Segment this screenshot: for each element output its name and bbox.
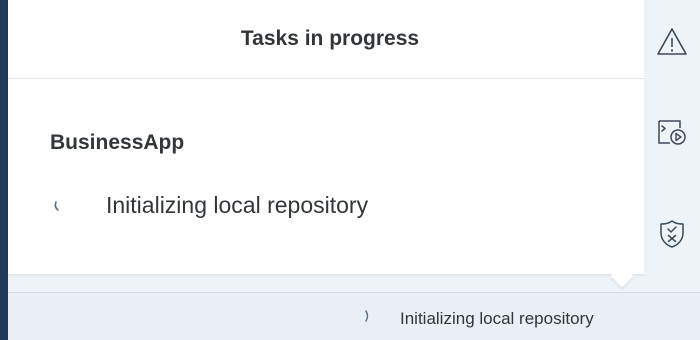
task-item: Initializing local repository <box>50 192 368 219</box>
task-label: Initializing local repository <box>106 192 369 218</box>
ide-window: Tasks in progress BusinessApp Initializi… <box>0 0 700 340</box>
security-scan-button[interactable] <box>648 212 696 260</box>
warning-icon <box>655 26 689 63</box>
tasks-popover: Tasks in progress BusinessApp Initializi… <box>8 0 644 274</box>
task-group-title: BusinessApp <box>50 131 185 154</box>
problems-button[interactable] <box>648 20 696 68</box>
popover-title: Tasks in progress <box>240 27 420 50</box>
status-spinner-icon <box>360 309 374 323</box>
shield-check-icon <box>658 218 686 255</box>
status-bar: Initializing local repository <box>8 292 700 340</box>
run-console-button[interactable] <box>648 110 696 158</box>
terminal-run-icon <box>656 117 688 152</box>
popover-header: Tasks in progress <box>8 0 644 79</box>
busy-spinner-icon <box>50 197 68 215</box>
right-side-toolbar <box>644 0 700 340</box>
status-progress-link[interactable]: Initializing local repository <box>400 309 594 329</box>
window-left-edge <box>0 0 8 340</box>
